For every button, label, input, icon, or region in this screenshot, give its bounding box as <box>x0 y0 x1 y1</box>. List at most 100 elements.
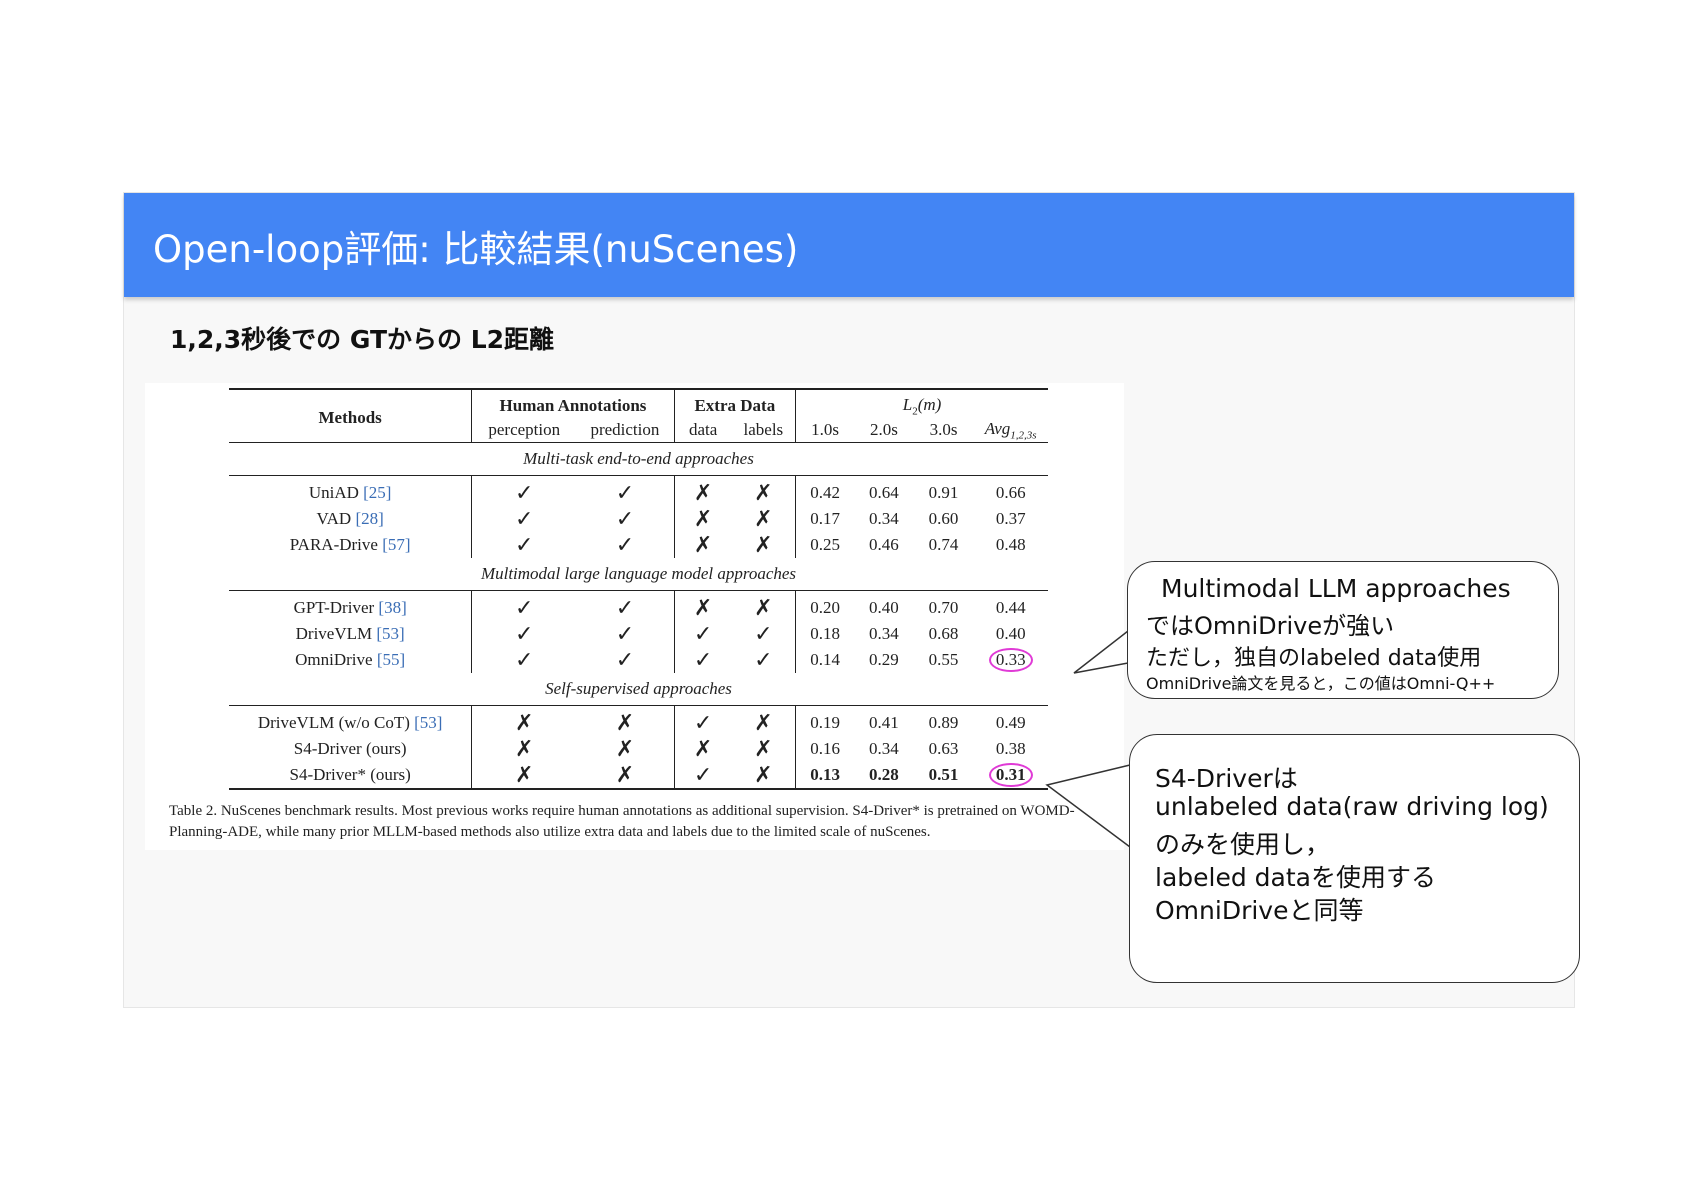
section-title: Multi-task end-to-end approaches <box>229 442 1048 476</box>
t1-cell: 0.17 <box>795 506 855 532</box>
prediction-cell: ✓ <box>576 476 674 507</box>
table-row: S4-Driver* (ours) ✗ ✗ ✓ ✗ 0.13 0.28 0.51 0.31 <box>229 762 1048 790</box>
t1-cell: 0.18 <box>795 621 855 647</box>
t3-cell: 0.68 <box>914 621 974 647</box>
cross-mark-icon: ✗ <box>754 762 773 787</box>
t1-value: 0.18 <box>810 624 840 643</box>
data-cell: ✗ <box>673 475 732 506</box>
citation-link[interactable]: [28] <box>355 509 383 528</box>
data-cell: ✓ <box>673 705 732 736</box>
data-cell: ✓ <box>673 621 732 647</box>
results-table-figure: Methods Human Annotations Extra Data L2(… <box>145 383 1124 850</box>
col-prediction: prediction <box>576 418 675 443</box>
t3-value: 0.60 <box>928 509 959 528</box>
t2-cell: 0.34 <box>854 736 914 762</box>
cross-mark-icon: ✗ <box>754 532 773 557</box>
method-cell: DriveVLM (w/o CoT) [53] <box>229 706 472 737</box>
prediction-cell: ✗ <box>576 762 675 790</box>
t2-cell: 0.34 <box>854 506 914 532</box>
t1-value: 0.17 <box>810 509 840 528</box>
method-name: OmniDrive <box>295 650 377 669</box>
labels-cell: ✗ <box>732 532 796 558</box>
t2-value: 0.34 <box>869 624 899 643</box>
table-row: VAD [28] ✓ ✓ ✗ ✗ 0.17 0.34 0.60 0.37 <box>229 506 1048 532</box>
callout-omnidrive: Multimodal LLM approaches ではOmniDriveが強い… <box>1127 561 1559 699</box>
avg-cell: 0.49 <box>973 706 1048 737</box>
t3-value: 0.89 <box>928 713 959 732</box>
cross-mark-icon: ✗ <box>515 736 534 761</box>
check-mark-icon: ✓ <box>515 595 534 620</box>
section-title: Multimodal large language model approach… <box>229 558 1048 591</box>
table-row: UniAD [25] ✓ ✓ ✗ ✗ 0.42 0.64 0.91 0.66 <box>229 475 1048 507</box>
t3-value: 0.68 <box>928 624 959 643</box>
method-cell: DriveVLM [53] <box>229 621 472 647</box>
cross-mark-icon: ✗ <box>615 762 635 787</box>
t2-value: 0.41 <box>869 713 899 732</box>
citation-link[interactable]: [53] <box>376 624 404 643</box>
check-mark-icon: ✓ <box>615 647 635 672</box>
col-avg: Avg1,2,3s <box>973 418 1048 443</box>
col-data: data <box>673 418 732 443</box>
avg-value: 0.33 <box>988 648 1033 672</box>
check-mark-icon: ✓ <box>515 506 534 531</box>
callout-s4driver: S4-Driverは unlabeled data(raw driving lo… <box>1129 734 1580 983</box>
citation-link[interactable]: [57] <box>382 535 410 554</box>
check-mark-icon: ✓ <box>515 647 534 672</box>
check-mark-icon: ✓ <box>693 710 713 735</box>
callout2-line2: unlabeled data(raw driving log) <box>1155 792 1549 821</box>
perception-cell: ✗ <box>471 736 577 762</box>
data-cell: ✓ <box>673 647 732 673</box>
t2-cell: 0.29 <box>854 647 914 673</box>
section-row: Multimodal large language model approach… <box>229 558 1048 591</box>
col-methods: Methods <box>229 388 472 443</box>
t1-cell: 0.19 <box>795 705 855 736</box>
t3-cell: 0.70 <box>914 591 974 622</box>
callout2-line1: S4-Driverは <box>1155 764 1298 793</box>
avg-value: 0.49 <box>995 713 1026 732</box>
avg-value: 0.38 <box>995 739 1026 758</box>
citation-link[interactable]: [38] <box>378 598 406 617</box>
cross-mark-icon: ✗ <box>754 710 773 735</box>
avg-cell: 0.38 <box>973 736 1048 762</box>
t3-cell: 0.63 <box>914 736 974 762</box>
method-cell: VAD [28] <box>229 506 472 532</box>
t1-value: 0.13 <box>810 765 840 784</box>
col-extra-data: Extra Data <box>673 388 796 418</box>
avg-cell: 0.48 <box>973 532 1048 558</box>
t2-cell: 0.40 <box>854 591 914 622</box>
col-1s: 1.0s <box>795 418 855 443</box>
t1-cell: 0.25 <box>795 532 855 558</box>
t3-cell: 0.89 <box>914 706 974 737</box>
callout2-line4: labeled dataを使用する <box>1155 863 1436 892</box>
labels-cell: ✗ <box>732 476 796 507</box>
t1-value: 0.16 <box>810 739 840 758</box>
cross-mark-icon: ✗ <box>754 595 773 620</box>
t3-cell: 0.55 <box>914 647 974 673</box>
perception-cell: ✓ <box>471 590 577 621</box>
t3-value: 0.63 <box>928 739 959 758</box>
labels-cell: ✓ <box>732 621 796 647</box>
check-mark-icon: ✓ <box>693 621 713 646</box>
citation-link[interactable]: [53] <box>414 713 442 732</box>
citation-link[interactable]: [25] <box>363 483 391 502</box>
avg-cell: 0.40 <box>973 621 1048 647</box>
data-cell: ✓ <box>673 762 732 790</box>
cross-mark-icon: ✗ <box>693 480 713 505</box>
method-name: UniAD <box>308 483 364 502</box>
t2-value: 0.64 <box>869 483 899 502</box>
citation-link[interactable]: [55] <box>377 650 405 669</box>
avg-cell: 0.31 <box>973 762 1048 790</box>
data-cell: ✗ <box>673 532 732 558</box>
t2-cell: 0.28 <box>854 762 914 790</box>
t2-cell: 0.34 <box>854 621 914 647</box>
prediction-cell: ✓ <box>576 621 674 647</box>
perception-cell: ✗ <box>471 705 577 736</box>
avg-cell: 0.37 <box>973 506 1048 532</box>
labels-cell: ✗ <box>732 591 796 622</box>
avg-value: 0.31 <box>988 763 1033 787</box>
labels-cell: ✗ <box>732 506 796 532</box>
col-l2: L2(m) <box>795 388 1048 418</box>
t2-value: 0.34 <box>869 509 899 528</box>
t3-value: 0.91 <box>928 483 959 502</box>
t1-cell: 0.42 <box>795 475 855 506</box>
